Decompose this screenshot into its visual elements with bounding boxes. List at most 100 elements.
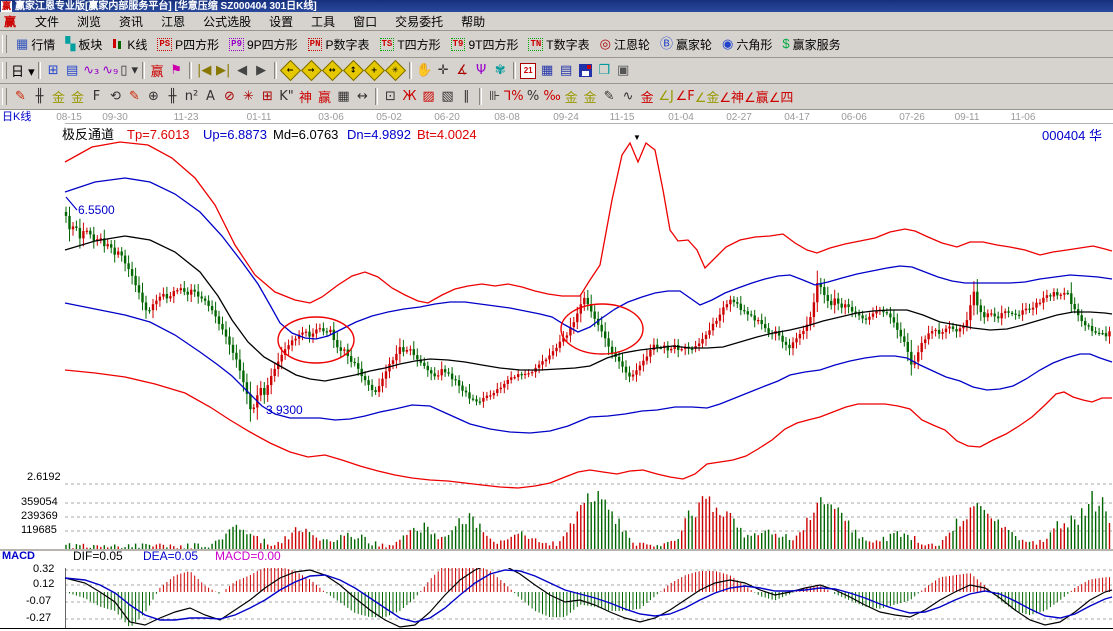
next-bar-icon[interactable]: ▶ [252, 61, 271, 80]
net-update-icon[interactable]: ❒ [595, 61, 614, 80]
menu-item-9[interactable]: 帮助 [452, 13, 494, 30]
menu-item-4[interactable]: 公式选股 [194, 13, 260, 30]
draw-rect-tool-icon[interactable]: ⊡ [381, 87, 400, 106]
zoom-all-icon[interactable]: ✳ [385, 61, 406, 80]
winner-chart-icon[interactable]: 赢 [148, 61, 167, 80]
notepad-icon[interactable]: ▤ [557, 61, 576, 80]
draw-angle-j-icon[interactable]: ∠J [657, 87, 676, 106]
wave-3-icon[interactable]: ∿₃ [82, 61, 101, 80]
zoom-in-icon[interactable]: + [364, 61, 385, 80]
draw-fan-box-icon[interactable]: ▨ [419, 87, 438, 106]
toolbar-button-t-square[interactable]: TST四方形 [375, 35, 446, 54]
date-axis-label: 01-04 [668, 111, 694, 124]
draw-pencil-2-icon[interactable]: ✎ [125, 87, 144, 106]
prev-bar-icon[interactable]: ◀ [233, 61, 252, 80]
draw-pencil-icon[interactable]: ✎ [11, 87, 30, 106]
draw-permille-icon[interactable]: ‰ [543, 87, 562, 106]
draw-percent-7-icon[interactable]: ⅂% [504, 87, 524, 106]
draw-line-box-icon[interactable]: ▧ [438, 87, 457, 106]
menu-item-6[interactable]: 工具 [302, 13, 344, 30]
toolbar-separator [409, 62, 412, 80]
draw-fan-lines-icon[interactable]: Ж [400, 87, 419, 106]
period-day-icon[interactable]: 日 ▾ [11, 61, 35, 80]
toolbar-button-9t-square[interactable]: T99T四方形 [446, 35, 524, 54]
toolbar-button-kline[interactable]: K线 [107, 35, 152, 54]
draw-fibo-f-icon[interactable]: F [87, 87, 106, 106]
title-bar[interactable]: 赢赢家江恩专业版[赢家内部服务平台] [华意压缩 SZ000404 301日K线… [0, 0, 1113, 12]
gann-wheel-icon: ◎ [600, 37, 611, 51]
draw-gold-grid-1-icon[interactable]: 金 [49, 87, 68, 106]
wave-9-icon[interactable]: ∿₉ [101, 61, 120, 80]
calculator-icon[interactable]: ▦ [538, 61, 557, 80]
draw-protractor-icon[interactable]: A [201, 87, 220, 106]
toolbar-button-p-square[interactable]: PSP四方形 [152, 35, 224, 54]
draw-scale-bars-icon[interactable]: ⊪ [485, 87, 504, 106]
draw-angle-f-icon[interactable]: ∠F [676, 87, 695, 106]
draw-circle-scale-icon[interactable]: ⊕ [144, 87, 163, 106]
info-view-icon[interactable]: ▤ [63, 61, 82, 80]
draw-compass-icon[interactable]: ⊘ [220, 87, 239, 106]
toolbar-button-t-digit-table[interactable]: TNT数字表 [523, 35, 594, 54]
draw-time-ruler-icon[interactable]: ╫ [30, 87, 49, 106]
draw-pen-measure-icon[interactable]: ✎ [600, 87, 619, 106]
draw-bar-ruler-icon[interactable]: ╫ [163, 87, 182, 106]
draw-shen-grid-icon[interactable]: 神 [296, 87, 315, 106]
draw-angle-four-icon[interactable]: ∠四 [769, 87, 794, 106]
toolbar-button-winner-wheel[interactable]: Ⓑ赢家轮 [655, 35, 717, 54]
menu-item-3[interactable]: 江恩 [152, 13, 194, 30]
toolbar-button-hexagon[interactable]: ◉六角形 [717, 35, 777, 54]
draw-n-square-icon[interactable]: n² [182, 87, 201, 106]
toolbar-separator [189, 62, 192, 80]
draw-spiral-icon[interactable]: ⟲ [106, 87, 125, 106]
pan-right-icon[interactable]: → [301, 61, 322, 80]
pan-left-icon[interactable]: ← [280, 61, 301, 80]
draw-k-mark-icon[interactable]: K" [277, 87, 296, 106]
menu-item-1[interactable]: 浏览 [68, 13, 110, 30]
draw-star-web-icon[interactable]: ✳ [239, 87, 258, 106]
draw-gold-circle-icon[interactable]: 金 [562, 87, 581, 106]
draw-angle-gold-icon[interactable]: ∠金 [695, 87, 720, 106]
zoom-v-icon[interactable]: ↕ [343, 61, 364, 80]
toolbar-button-label: K线 [127, 36, 147, 53]
toolbar-button-gann-wheel[interactable]: ◎江恩轮 [595, 35, 655, 54]
zoom-h-icon[interactable]: ↔ [322, 61, 343, 80]
toolbar-grip[interactable] [2, 62, 7, 80]
toolbar-button-winner-service[interactable]: $赢家服务 [777, 35, 845, 54]
menu-item-5[interactable]: 设置 [260, 13, 302, 30]
draw-angle-win-icon[interactable]: ∠赢 [744, 87, 769, 106]
menu-item-7[interactable]: 窗口 [344, 13, 386, 30]
toolbar-button-quotes[interactable]: ▦行情 [11, 35, 60, 54]
crosshair-tool-icon[interactable]: ✛ [434, 61, 453, 80]
remote-pc-icon[interactable]: ▣ [614, 61, 633, 80]
draw-web-box-icon[interactable]: ⊞ [258, 87, 277, 106]
cycle-tool-icon[interactable]: ✾ [491, 61, 510, 80]
angle-measure-icon[interactable]: ∡ [453, 61, 472, 80]
first-bar-icon[interactable]: |◀ [195, 61, 214, 80]
toolbar-button-p-digit-table[interactable]: PNP数字表 [303, 35, 375, 54]
toolbar-button-9p-square[interactable]: P99P四方形 [224, 35, 303, 54]
draw-gold-lines-icon[interactable]: 金 [581, 87, 600, 106]
hand-tool-icon[interactable]: ✋ [415, 61, 434, 80]
calendar-icon[interactable]: 21 [519, 61, 538, 80]
menu-item-2[interactable]: 资讯 [110, 13, 152, 30]
toolbar-grip[interactable] [2, 35, 7, 53]
draw-span-arrow-icon[interactable]: ↔ [353, 87, 372, 106]
draw-angle-shen-icon[interactable]: ∠神 [719, 87, 744, 106]
draw-gold-grid-2-icon[interactable]: 金 [68, 87, 87, 106]
last-bar-icon[interactable]: ▶| [214, 61, 233, 80]
draw-grid-box-icon[interactable]: ▦ [334, 87, 353, 106]
draw-wave-tool-icon[interactable]: ∿ [619, 87, 638, 106]
save-icon[interactable] [576, 61, 595, 80]
gann-tool-icon[interactable]: Ψ [472, 61, 491, 80]
flag-marker-icon[interactable]: ⚑ [167, 61, 186, 80]
draw-gold-red-icon[interactable]: 金 [638, 87, 657, 106]
board-view-icon[interactable]: ⊞ [44, 61, 63, 80]
toolbar-grip[interactable] [2, 88, 7, 106]
menu-item-8[interactable]: 交易委托 [386, 13, 452, 30]
toolbar-button-sectors[interactable]: ▚板块 [60, 35, 107, 54]
draw-percent-icon[interactable]: % [524, 87, 543, 106]
draw-win-grid-icon[interactable]: 赢 [315, 87, 334, 106]
box-select-icon[interactable]: ▯ ▾ [120, 61, 139, 80]
menu-item-0[interactable]: 文件 [26, 13, 68, 30]
draw-parallel-lines-icon[interactable]: ∥ [457, 87, 476, 106]
